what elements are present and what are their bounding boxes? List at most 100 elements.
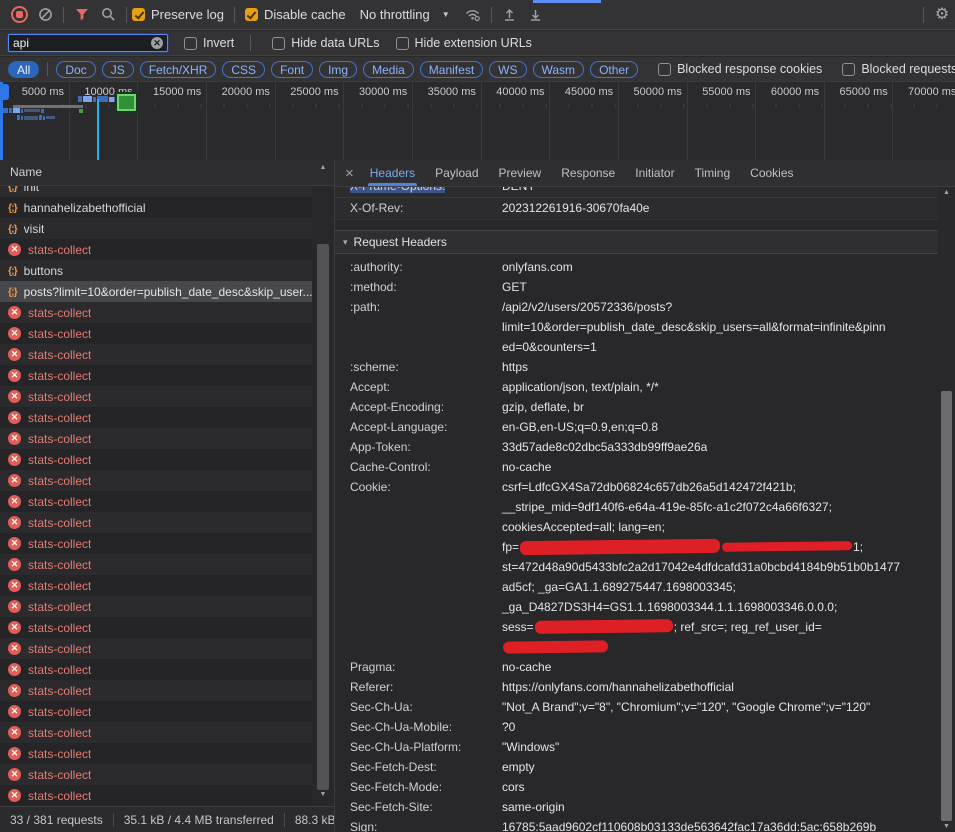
type-checkbox[interactable] <box>842 63 855 76</box>
tab-cookies[interactable]: Cookies <box>740 160 803 186</box>
request-row[interactable]: stats-collect <box>0 575 312 596</box>
settings-button[interactable]: ⚙ <box>929 3 955 27</box>
request-row[interactable]: stats-collect <box>0 470 312 491</box>
chevron-down-icon[interactable]: ▼ <box>442 10 450 19</box>
type-filter-pill[interactable]: Fetch/XHR <box>140 61 217 78</box>
network-overview-timeline[interactable]: 5000 ms10000 ms15000 ms20000 ms25000 ms3… <box>0 82 955 161</box>
header-value-line: GET <box>502 277 914 297</box>
scroll-up-icon[interactable]: ▲ <box>938 189 955 196</box>
request-row[interactable]: stats-collect <box>0 785 312 806</box>
request-row[interactable]: stats-collect <box>0 302 312 323</box>
tab-preview[interactable]: Preview <box>489 160 552 186</box>
throttling-select[interactable]: No throttling <box>360 7 430 22</box>
type-filter-checkbox-item[interactable]: Blocked requests <box>842 62 955 76</box>
tab-initiator[interactable]: Initiator <box>625 160 684 186</box>
tab-response[interactable]: Response <box>551 160 625 186</box>
tab-headers[interactable]: Headers <box>360 160 425 186</box>
preserve-log-checkbox[interactable] <box>132 8 145 21</box>
type-filter-pill[interactable]: Doc <box>56 61 95 78</box>
clear-icon <box>38 7 53 22</box>
waterfall-bar <box>79 109 83 113</box>
request-row[interactable]: stats-collect <box>0 491 312 512</box>
request-row[interactable]: stats-collect <box>0 533 312 554</box>
request-row[interactable]: stats-collect <box>0 407 312 428</box>
request-headers-section-header[interactable]: ▾ Request Headers <box>335 230 955 254</box>
network-conditions-button[interactable] <box>460 3 486 27</box>
tab-timing[interactable]: Timing <box>685 160 741 186</box>
request-row[interactable]: stats-collect <box>0 617 312 638</box>
request-row[interactable]: stats-collect <box>0 764 312 785</box>
type-filter-pill[interactable]: JS <box>102 61 134 78</box>
invert-filter[interactable]: Invert <box>184 36 234 50</box>
tab-payload[interactable]: Payload <box>425 160 488 186</box>
search-button[interactable] <box>95 3 121 27</box>
header-entry: Sign: 16785:5aad9602cf110608b03133de5636… <box>335 817 955 832</box>
request-row[interactable]: hannahelizabethofficial <box>0 197 312 218</box>
type-filter-checkbox-item[interactable]: Blocked response cookies <box>658 62 822 76</box>
hide-data-urls-filter[interactable]: Hide data URLs <box>272 36 379 50</box>
request-row[interactable]: stats-collect <box>0 638 312 659</box>
disable-cache-checkbox[interactable] <box>245 8 258 21</box>
request-row[interactable]: stats-collect <box>0 323 312 344</box>
type-filter-pill[interactable]: Img <box>319 61 357 78</box>
invert-checkbox[interactable] <box>184 37 197 50</box>
scrollbar-thumb[interactable] <box>941 391 952 821</box>
request-label: stats-collect <box>28 390 91 404</box>
request-row[interactable]: stats-collect <box>0 680 312 701</box>
request-row[interactable]: stats-collect <box>0 743 312 764</box>
header-value-text: ad5cf; _ga=GA1.1.689275447.1698003345; <box>502 580 736 594</box>
type-filter-pill[interactable]: Media <box>363 61 414 78</box>
request-row[interactable]: visit <box>0 218 312 239</box>
scroll-down-icon[interactable]: ▼ <box>938 823 955 830</box>
error-circle-icon <box>8 579 21 592</box>
type-filter-pill[interactable]: WS <box>489 61 526 78</box>
filter-button[interactable] <box>69 3 95 27</box>
details-scrollbar[interactable]: ▲ ▼ <box>938 187 955 832</box>
export-har-button[interactable] <box>523 3 549 27</box>
request-row[interactable]: stats-collect <box>0 554 312 575</box>
clear-button[interactable] <box>32 3 58 27</box>
hide-extension-urls-checkbox[interactable] <box>396 37 409 50</box>
type-filter-pill[interactable]: Other <box>590 61 638 78</box>
scroll-down-icon[interactable]: ▼ <box>314 791 332 798</box>
request-row[interactable]: posts?limit=10&order=publish_date_desc&s… <box>0 281 312 302</box>
header-value: 202312261916-30670fa40e <box>502 198 914 219</box>
type-filter-pill[interactable]: CSS <box>222 61 265 78</box>
header-value-text: __stripe_mid=9df140f6-e64a-419e-85fc-a1c… <box>502 500 832 514</box>
hide-data-urls-checkbox[interactable] <box>272 37 285 50</box>
request-row[interactable]: stats-collect <box>0 512 312 533</box>
type-filter-pill[interactable]: Manifest <box>420 61 483 78</box>
record-button[interactable] <box>6 3 32 27</box>
type-filter-pill[interactable]: All <box>8 61 39 78</box>
hide-extension-urls-filter[interactable]: Hide extension URLs <box>396 36 532 50</box>
request-row[interactable]: stats-collect <box>0 701 312 722</box>
waterfall-bar <box>17 115 20 120</box>
request-row[interactable]: stats-collect <box>0 596 312 617</box>
header-value-text: 1; <box>853 540 863 554</box>
timeline-selection-handle[interactable] <box>0 84 9 100</box>
scrollbar-thumb[interactable] <box>317 244 329 790</box>
request-row[interactable]: stats-collect <box>0 659 312 680</box>
type-checkbox[interactable] <box>658 63 671 76</box>
request-row[interactable]: buttons <box>0 260 312 281</box>
scroll-up-icon[interactable]: ▲ <box>314 164 332 171</box>
header-value-line: limit=10&order=publish_date_desc&skip_us… <box>502 317 914 337</box>
import-har-button[interactable] <box>497 3 523 27</box>
close-icon[interactable]: × <box>345 166 354 181</box>
name-column-header[interactable]: Name <box>0 160 334 186</box>
request-row[interactable]: stats-collect <box>0 365 312 386</box>
clear-search-icon[interactable]: ✕ <box>151 37 163 49</box>
requests-scrollbar[interactable]: ▲ ▼ <box>314 162 332 806</box>
filter-search-input[interactable]: api ✕ <box>8 34 168 52</box>
request-row[interactable]: stats-collect <box>0 239 312 260</box>
request-row[interactable]: stats-collect <box>0 344 312 365</box>
header-value-line: 16785:5aad9602cf110608b03133de563642fac1… <box>502 817 914 832</box>
request-row[interactable]: stats-collect <box>0 386 312 407</box>
request-row[interactable]: stats-collect <box>0 449 312 470</box>
request-row[interactable]: stats-collect <box>0 722 312 743</box>
request-row[interactable]: stats-collect <box>0 428 312 449</box>
type-filter-pill[interactable]: Wasm <box>533 61 585 78</box>
header-value-line: cors <box>502 777 914 797</box>
type-filter-pill[interactable]: Font <box>271 61 313 78</box>
request-row[interactable]: init <box>0 186 312 197</box>
